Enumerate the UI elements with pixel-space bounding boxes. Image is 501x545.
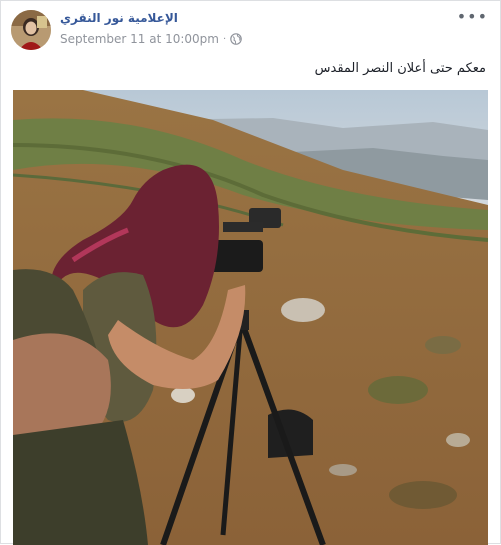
meta-separator: · <box>223 33 227 45</box>
ellipsis-icon[interactable]: ••• <box>457 7 488 26</box>
author-avatar[interactable] <box>11 10 51 50</box>
author-name-link[interactable]: الإعلامية نور النقري <box>60 11 178 25</box>
globe-icon[interactable] <box>230 33 242 45</box>
photo-illustration <box>13 90 488 545</box>
post-photo[interactable] <box>13 90 488 545</box>
post-caption: معكم حتى أعلان النصر المقدس <box>314 61 486 76</box>
post-meta: September 11 at 10:00pm · <box>60 32 242 46</box>
post-timestamp[interactable]: September 11 at 10:00pm <box>60 32 219 46</box>
avatar-image <box>11 10 51 50</box>
facebook-post: الإعلامية نور النقري September 11 at 10:… <box>0 0 501 545</box>
